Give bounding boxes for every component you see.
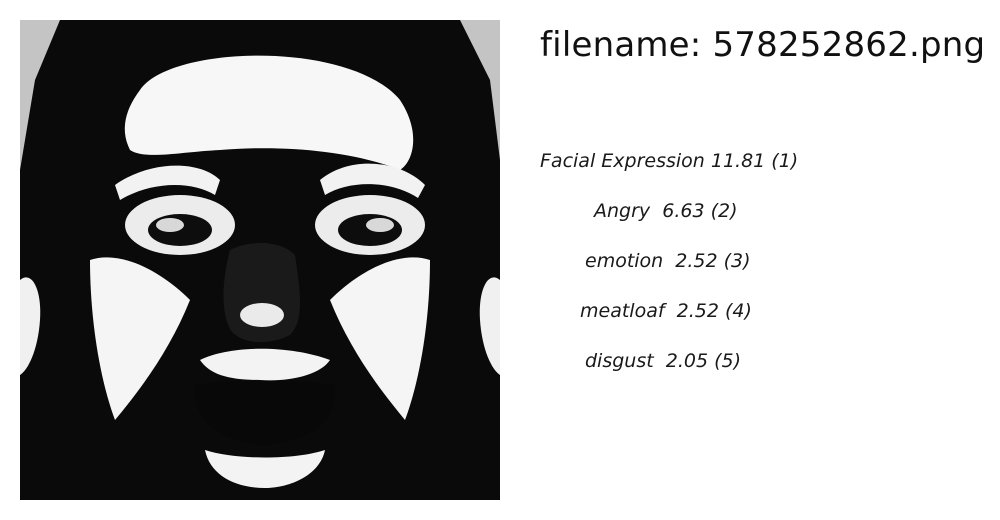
face-image bbox=[20, 20, 500, 500]
label-list: Facial Expression 11.81 (1) Angry 6.63 (… bbox=[540, 68, 980, 372]
label-disgust: disgust 2.05 (5) bbox=[585, 350, 742, 372]
label-facial-expression: Facial Expression 11.81 (1) bbox=[540, 150, 799, 172]
label-emotion: emotion 2.52 (3) bbox=[585, 250, 751, 272]
info-panel: filename: 578252862.png Facial Expressio… bbox=[540, 22, 986, 482]
filename-title: filename: 578252862.png bbox=[540, 25, 986, 65]
label-meatloaf: meatloaf 2.52 (4) bbox=[580, 300, 752, 322]
face-photo bbox=[20, 20, 500, 500]
label-angry: Angry 6.63 (2) bbox=[594, 200, 738, 222]
